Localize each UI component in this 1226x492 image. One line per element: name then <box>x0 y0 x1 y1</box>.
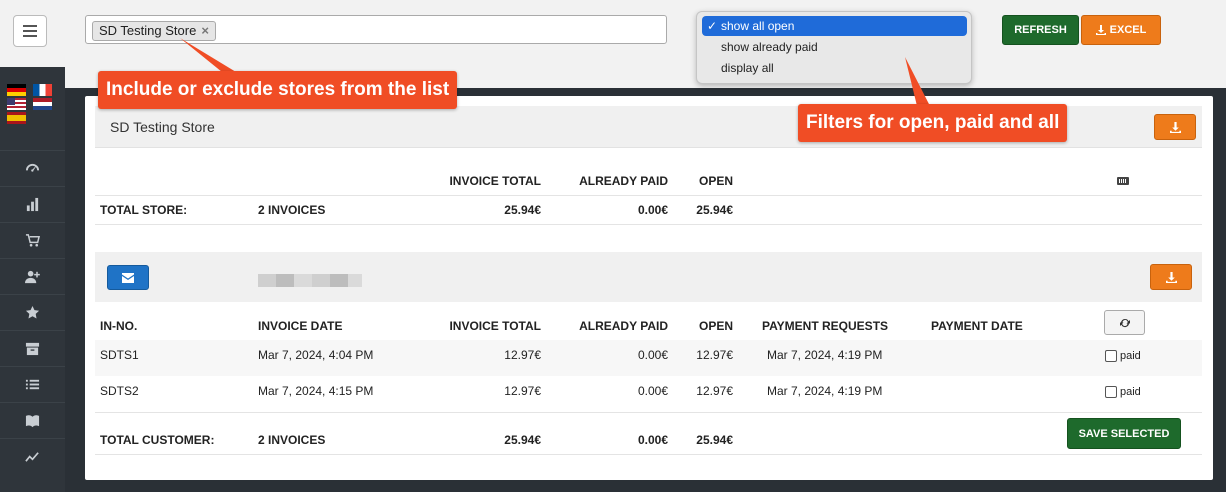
row-invoice-total: 12.97€ <box>504 348 541 362</box>
row-open: 12.97€ <box>696 384 733 398</box>
archive-icon <box>25 342 40 356</box>
customer-download-button[interactable] <box>1150 264 1192 290</box>
sidebar-item-add-user[interactable] <box>0 258 65 294</box>
total-customer-already-paid: 0.00€ <box>637 433 668 447</box>
divider <box>95 195 1202 196</box>
mail-icon <box>122 272 134 283</box>
store-tag[interactable]: SD Testing Store × <box>92 21 216 41</box>
divider <box>95 224 1202 225</box>
star-icon <box>25 305 40 319</box>
flag-fr-icon[interactable] <box>33 84 52 96</box>
store-tag-label: SD Testing Store <box>99 23 197 38</box>
callout-stores: Include or exclude stores from the list <box>98 71 458 109</box>
header-invoice-total: INVOICE TOTAL <box>449 319 541 333</box>
header-payment-requests: PAYMENT REQUESTS <box>762 319 889 333</box>
trend-icon <box>25 452 39 462</box>
refresh-button[interactable]: REFRESH <box>1002 15 1079 45</box>
total-store-count: 2 INVOICES <box>258 203 326 217</box>
row-invoice-date: Mar 7, 2024, 4:04 PM <box>258 348 374 362</box>
checkmark-icon: ✓ <box>707 19 718 33</box>
paid-checkbox[interactable]: paid <box>1105 386 1141 398</box>
header-open: OPEN <box>698 319 733 333</box>
total-customer-label: TOTAL CUSTOMER: <box>100 433 215 447</box>
header-payment-date: PAYMENT DATE <box>931 319 1023 333</box>
total-customer-invoice-total: 25.94€ <box>504 433 541 447</box>
chart-icon <box>26 197 39 212</box>
paid-checkbox[interactable]: paid <box>1105 350 1141 362</box>
flag-us-icon[interactable] <box>7 98 26 110</box>
flag-es-icon[interactable] <box>7 112 26 124</box>
filter-option-open[interactable]: ✓ show all open <box>702 16 967 36</box>
store-name: SD Testing Store <box>110 119 215 135</box>
sidebar-item-cart[interactable] <box>0 222 65 258</box>
download-icon <box>1169 121 1181 133</box>
sidebar-item-list[interactable] <box>0 366 65 402</box>
sidebar-nav <box>0 150 65 474</box>
customer-name-redacted <box>258 274 362 287</box>
sidebar-item-statistics[interactable] <box>0 186 65 222</box>
store-download-button[interactable] <box>1154 114 1196 140</box>
email-button[interactable] <box>107 265 149 290</box>
total-customer-count: 2 INVOICES <box>258 433 326 447</box>
keyboard-icon[interactable] <box>1117 177 1129 185</box>
row-in-no: SDTS1 <box>100 348 139 362</box>
header-invoice-date: INVOICE DATE <box>258 319 343 333</box>
book-icon <box>25 415 40 428</box>
flag-de-icon[interactable] <box>7 84 26 96</box>
sidebar-item-dashboard[interactable] <box>0 150 65 186</box>
cart-icon <box>25 234 40 247</box>
row-payment-requests: Mar 7, 2024, 4:19 PM <box>767 348 883 362</box>
callout-filters: Filters for open, paid and all <box>798 104 1068 142</box>
row-already-paid: 0.00€ <box>637 384 668 398</box>
hamburger-icon[interactable] <box>13 15 47 47</box>
list-icon <box>25 379 40 390</box>
header-invoice-total: INVOICE TOTAL <box>449 174 541 188</box>
download-icon <box>1095 25 1106 35</box>
row-in-no: SDTS2 <box>100 384 139 398</box>
row-already-paid: 0.00€ <box>637 348 668 362</box>
checkbox[interactable] <box>1105 350 1117 362</box>
sidebar-item-catalog[interactable] <box>0 402 65 438</box>
refresh-icon <box>1119 318 1130 327</box>
dashboard-icon <box>25 163 40 172</box>
total-store-already-paid: 0.00€ <box>637 203 668 217</box>
header-already-paid: ALREADY PAID <box>579 174 668 188</box>
total-store-label: TOTAL STORE: <box>100 203 188 217</box>
save-selected-button[interactable]: SAVE SELECTED <box>1067 418 1181 449</box>
total-store-open: 25.94€ <box>696 203 733 217</box>
checkbox[interactable] <box>1105 386 1117 398</box>
row-payment-requests: Mar 7, 2024, 4:19 PM <box>767 384 883 398</box>
row-invoice-date: Mar 7, 2024, 4:15 PM <box>258 384 374 398</box>
sidebar-item-trends[interactable] <box>0 438 65 474</box>
divider <box>95 412 1202 413</box>
download-icon <box>1165 271 1177 283</box>
header-open: OPEN <box>698 174 733 188</box>
sidebar-item-archive[interactable] <box>0 330 65 366</box>
excel-export-button[interactable]: EXCEL <box>1081 15 1161 45</box>
total-store-invoice-total: 25.94€ <box>504 203 541 217</box>
filter-option-paid[interactable]: show already paid <box>702 37 967 57</box>
row-open: 12.97€ <box>696 348 733 362</box>
header-already-paid: ALREADY PAID <box>579 319 668 333</box>
invoices-panel: SD Testing Store INVOICE TOTAL ALREADY P… <box>85 96 1213 480</box>
refresh-rows-button[interactable] <box>1104 310 1145 335</box>
add-user-icon <box>25 270 40 284</box>
sidebar-item-favorites[interactable] <box>0 294 65 330</box>
filter-option-all[interactable]: display all <box>702 58 967 78</box>
row-invoice-total: 12.97€ <box>504 384 541 398</box>
store-multiselect[interactable]: SD Testing Store × <box>85 15 667 44</box>
customer-header <box>95 252 1202 302</box>
sidebar <box>0 0 65 492</box>
header-in-no: IN-NO. <box>100 319 138 333</box>
sidebar-top <box>0 0 65 67</box>
remove-tag-icon[interactable]: × <box>201 22 209 40</box>
flag-nl-icon[interactable] <box>33 98 52 110</box>
total-customer-open: 25.94€ <box>696 433 733 447</box>
divider <box>95 454 1202 455</box>
filter-dropdown[interactable]: ✓ show all open show already paid displa… <box>696 11 972 84</box>
